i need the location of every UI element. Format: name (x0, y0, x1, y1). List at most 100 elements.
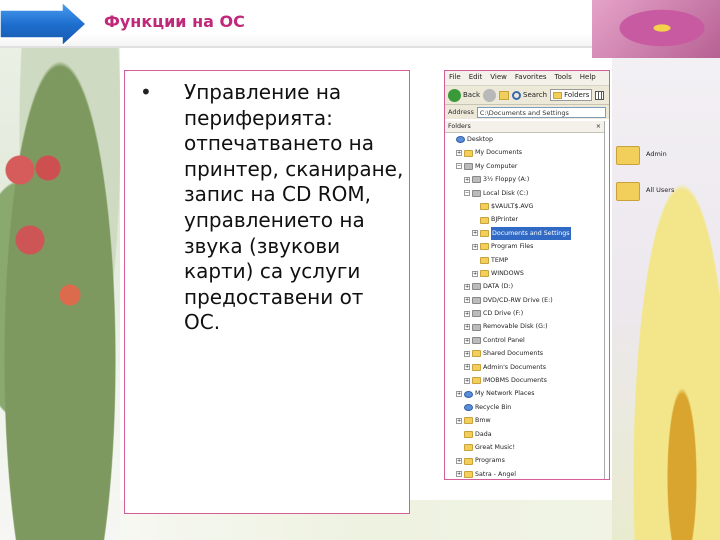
expand-icon[interactable]: + (464, 283, 470, 290)
tree-item[interactable]: + Documents and Settings (445, 226, 604, 241)
tree-item-label: Control Panel (483, 336, 525, 344)
tree-item[interactable]: + DVD/CD-RW Drive (E:) (445, 294, 604, 307)
expand-icon[interactable]: + (472, 243, 478, 250)
tree-item-label: TEMP (491, 256, 509, 264)
expand-icon[interactable]: + (464, 324, 470, 331)
tree-item[interactable]: + My Network Places (445, 387, 604, 400)
menu-favorites[interactable]: Favorites (515, 73, 547, 83)
tree-item-label: Bmw (475, 417, 491, 425)
expand-icon[interactable]: + (456, 471, 462, 478)
tree-item[interactable]: Desktop (445, 133, 604, 146)
expand-icon[interactable]: + (464, 364, 470, 371)
tree-item[interactable]: + WINDOWS (445, 267, 604, 280)
address-input[interactable]: C:\Documents and Settings (476, 106, 606, 118)
tree-item[interactable]: BJPrinter (445, 213, 604, 226)
tree-item-label: My Documents (475, 149, 523, 157)
tree-item[interactable]: + Programs (445, 454, 604, 467)
header-bar (0, 0, 592, 48)
search-icon (512, 90, 521, 100)
tree-item[interactable]: + Removable Disk (G:) (445, 320, 604, 333)
body-text: Управление на периферията: отпечатването… (184, 80, 404, 335)
back-button[interactable]: Back (448, 88, 480, 102)
tree-item-label: $VAULT$.AVG (491, 202, 534, 210)
tree-item[interactable]: Recycle Bin (445, 401, 604, 414)
folders-icon (553, 91, 563, 99)
folder-icon (472, 377, 481, 385)
search-button[interactable]: Search (512, 90, 547, 100)
expand-icon[interactable]: + (464, 310, 470, 317)
tree-item[interactable]: $VAULT$.AVG (445, 200, 604, 213)
menu-edit[interactable]: Edit (469, 73, 483, 83)
tree-item[interactable]: + CD Drive (F:) (445, 307, 604, 320)
menu-view[interactable]: View (490, 73, 507, 83)
collapse-icon[interactable]: − (456, 163, 462, 170)
header-divider (0, 46, 592, 48)
floppy-icon (472, 176, 481, 184)
tree-item[interactable]: − My Computer (445, 160, 604, 173)
expand-icon[interactable]: + (464, 350, 470, 357)
tree-item[interactable]: − Local Disk (C:) (445, 187, 604, 200)
expand-icon[interactable]: + (456, 458, 462, 465)
tree-item[interactable]: + Control Panel (445, 334, 604, 347)
tree-item[interactable]: + IMOBMS Documents (445, 374, 604, 387)
tree-item[interactable]: Great Music! (445, 441, 604, 454)
all-users-folder-label[interactable]: All Users (646, 186, 674, 194)
desktop-icon (456, 136, 465, 144)
tree-item[interactable]: TEMP (445, 254, 604, 267)
tree-item[interactable]: + Bmw (445, 414, 604, 427)
all-users-folder-icon[interactable] (616, 182, 640, 201)
tree-item-label: DVD/CD-RW Drive (E:) (483, 296, 553, 304)
tree-item-label: My Network Places (475, 390, 535, 398)
folder-tree-pane: Folders × Desktop + My Documents − My Comput… (445, 121, 605, 479)
expand-icon[interactable]: + (464, 176, 470, 183)
menu-file[interactable]: File (449, 73, 461, 83)
folders-button[interactable]: Folders (550, 89, 593, 101)
expand-icon[interactable]: + (456, 150, 462, 157)
tree-item[interactable]: Dada (445, 428, 604, 441)
tree-item[interactable]: + Shared Documents (445, 347, 604, 360)
expand-icon[interactable]: + (464, 297, 470, 304)
expand-icon[interactable]: + (472, 230, 478, 237)
expand-icon[interactable]: + (472, 270, 478, 277)
tree-item[interactable]: +3½ Floppy (A:) (445, 173, 604, 186)
address-bar: Address C:\Documents and Settings (445, 105, 609, 119)
folder-pane-title: Folders (448, 123, 471, 130)
collapse-icon[interactable]: − (464, 190, 470, 197)
admin-folder-label[interactable]: Admin (646, 150, 667, 158)
folder-tree: Desktop + My Documents − My Computer +3½ Flop… (445, 133, 604, 479)
tree-item-label: Dada (475, 430, 492, 438)
cd-icon (472, 296, 481, 304)
tree-item-label: My Computer (475, 162, 518, 170)
folder-icon (464, 149, 473, 157)
tree-item[interactable]: + Admin's Documents (445, 361, 604, 374)
expand-icon[interactable]: + (456, 417, 462, 424)
tree-item[interactable]: + Satra - Angel (445, 468, 604, 479)
admin-folder-icon[interactable] (616, 146, 640, 165)
tree-item[interactable]: + DATA (D:) (445, 280, 604, 293)
folder-icon (480, 256, 489, 264)
expand-icon[interactable]: + (464, 377, 470, 384)
up-folder-button[interactable] (499, 90, 509, 100)
forward-button[interactable] (483, 88, 496, 102)
tree-item[interactable]: + Program Files (445, 240, 604, 253)
expand-icon[interactable]: + (464, 337, 470, 344)
tree-item[interactable]: + My Documents (445, 146, 604, 159)
tree-item-label: Satra - Angel (475, 470, 516, 478)
folder-icon (480, 229, 489, 237)
menu-tools[interactable]: Tools (555, 73, 572, 83)
views-icon[interactable] (595, 90, 605, 100)
expand-icon[interactable]: + (456, 391, 462, 398)
folder-icon (480, 216, 489, 224)
menu-help[interactable]: Help (580, 73, 596, 83)
control-panel-icon (472, 337, 481, 345)
drive-icon (472, 283, 481, 291)
tree-item-label: IMOBMS Documents (483, 377, 547, 385)
folder-pane-close-button[interactable]: × (596, 123, 601, 130)
folder-icon (464, 470, 473, 478)
recycle-bin-icon (464, 404, 473, 411)
